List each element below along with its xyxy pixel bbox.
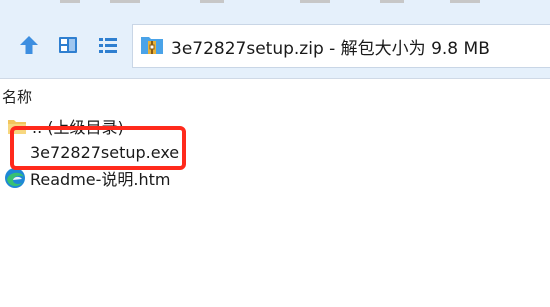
top-strip-mark [450, 0, 480, 3]
edge-browser-icon [3, 166, 27, 194]
view-list-icon [99, 38, 117, 53]
top-strip-mark [200, 0, 224, 3]
view-tiles-button[interactable] [53, 30, 83, 60]
top-strip-mark [110, 0, 140, 3]
archive-title: 3e72827setup.zip - 解包大小为 9.8 MB [171, 38, 490, 59]
view-tiles-icon [59, 37, 77, 53]
view-list-button[interactable] [93, 30, 123, 60]
top-strip-mark [300, 0, 330, 3]
zip-archive-icon [139, 31, 165, 61]
address-bar[interactable]: 3e72827setup.zip - 解包大小为 9.8 MB [132, 24, 550, 68]
toolbar: 3e72827setup.zip - 解包大小为 9.8 MB [0, 0, 550, 79]
highlight-box [10, 126, 186, 170]
up-arrow-icon [20, 36, 38, 54]
up-button[interactable] [14, 30, 44, 60]
column-header-name[interactable]: 名称 [0, 86, 32, 108]
top-strip-mark [60, 0, 80, 3]
top-strip-mark [380, 0, 404, 3]
top-strip [0, 0, 550, 10]
